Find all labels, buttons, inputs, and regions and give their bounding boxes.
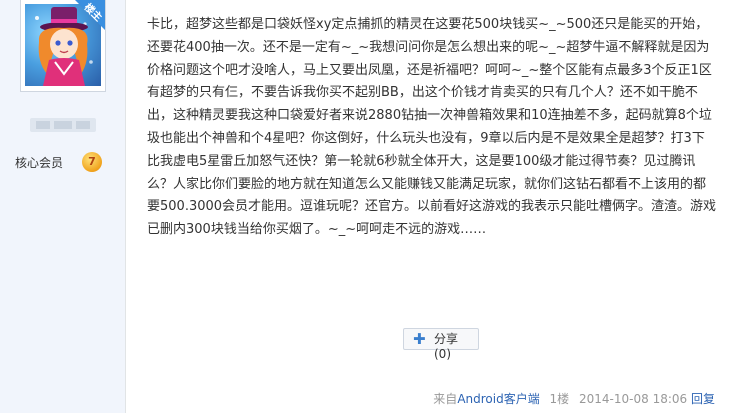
share-label: 分享 (0) (434, 332, 459, 361)
level-badge-icon[interactable]: 7 (82, 152, 102, 172)
reply-link[interactable]: 回复 (691, 392, 715, 406)
share-button[interactable]: ✚ 分享 (0) (403, 328, 479, 361)
share-plus-icon: ✚ (413, 330, 426, 348)
post-tail: 来自Android客户端 1楼 2014-10-08 18:06 回复 (433, 390, 715, 407)
member-label: 核心会员 (15, 156, 64, 170)
member-level-row: 核心会员 7 (15, 152, 102, 172)
post-timestamp: 2014-10-08 18:06 (579, 392, 688, 406)
from-prefix: 来自 (433, 392, 458, 406)
floor-number: 1楼 (549, 392, 570, 406)
author-sidebar: 楼主 核心会员 7 (0, 0, 126, 413)
share-count: (0) (434, 347, 451, 361)
client-link[interactable]: Android客户端 (457, 392, 539, 406)
username-blurred[interactable] (30, 118, 96, 132)
op-badge: 楼主 (75, 0, 105, 30)
avatar-frame[interactable]: 楼主 (20, 0, 106, 92)
post-content: 卡比，超梦这些都是口袋妖怪xy定点捕抓的精灵在这要花500块钱买~_~500还只… (147, 17, 717, 238)
